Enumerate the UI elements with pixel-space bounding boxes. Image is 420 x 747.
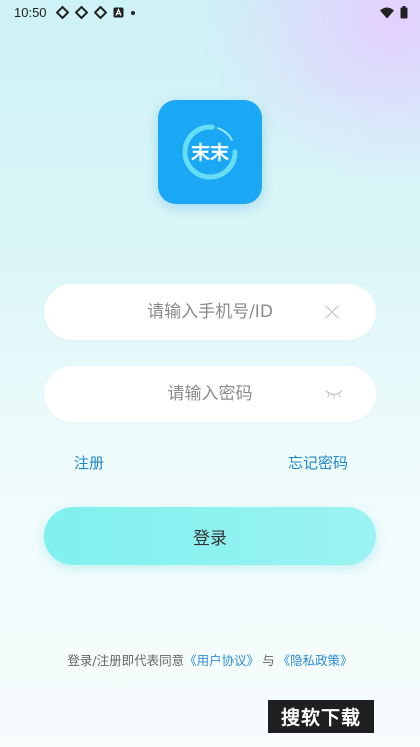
agreement-conjunction: 与 [262,653,275,668]
battery-icon [400,6,408,19]
agreement-text: 登录/注册即代表同意《用户协议》与《隐私政策》 [0,650,420,669]
notification-icon [75,6,88,19]
wifi-icon [380,7,394,18]
register-link[interactable]: 注册 [74,452,104,473]
system-icons [380,6,408,19]
login-button[interactable]: 登录 [44,507,376,565]
dot-icon [131,10,135,15]
phone-field-container [44,284,376,340]
eye-closed-icon[interactable] [324,388,344,400]
status-bar: 10:50 [0,0,420,28]
text-notification-icon [113,7,124,18]
app-logo: 末末 [158,100,262,204]
notification-icon [56,6,69,19]
watermark: 搜软下载 [268,700,374,733]
privacy-policy-link[interactable]: 《隐私政策》 [278,653,353,668]
logo-text: 末末 [190,142,229,164]
notification-icons [56,6,136,19]
forgot-password-link[interactable]: 忘记密码 [288,452,348,473]
password-field-container [44,366,376,422]
agreement-prefix: 登录/注册即代表同意 [67,653,185,668]
clear-icon[interactable] [324,304,340,320]
notification-icon [94,6,107,19]
status-time: 10:50 [14,5,47,20]
user-agreement-link[interactable]: 《用户协议》 [184,653,259,668]
